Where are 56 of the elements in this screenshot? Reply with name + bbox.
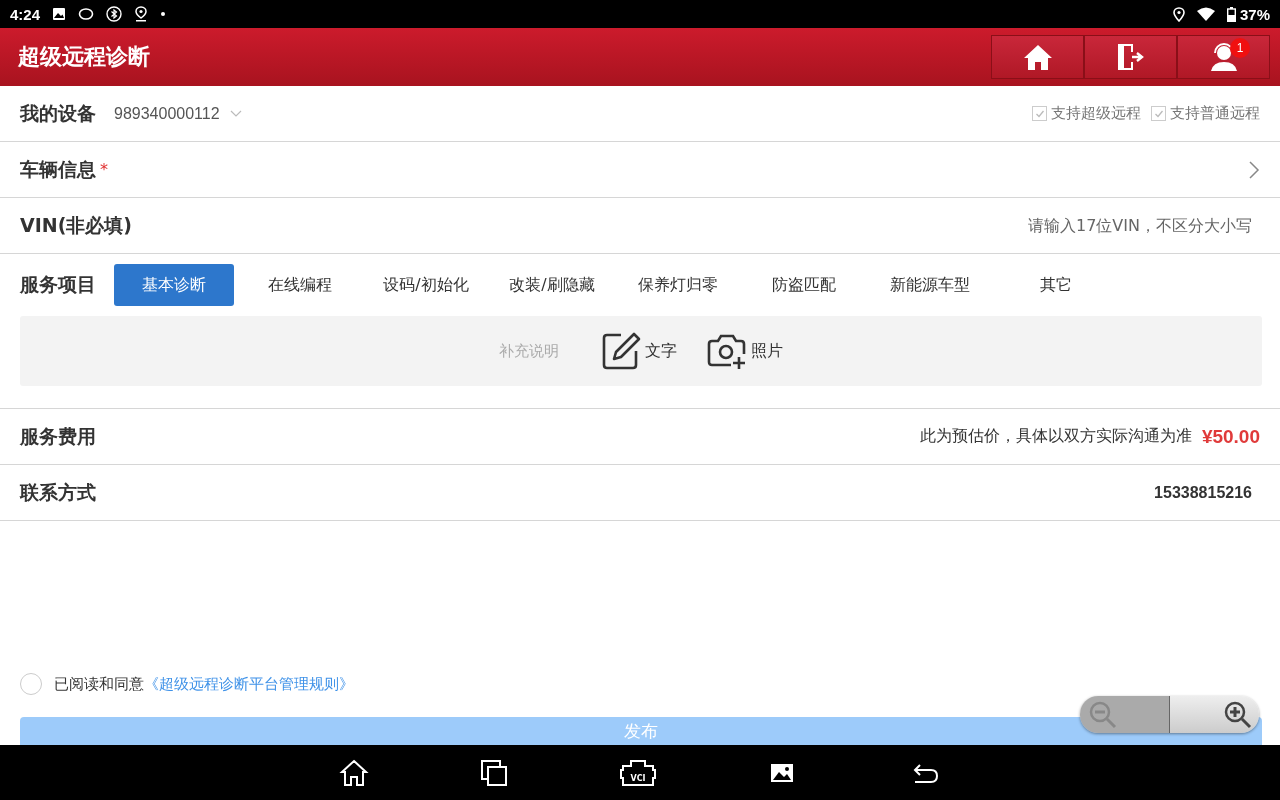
status-time: 4:24 xyxy=(10,5,41,23)
service-tab[interactable]: 防盗匹配 xyxy=(744,264,864,306)
home-button[interactable] xyxy=(991,35,1084,79)
checkbox[interactable] xyxy=(1151,106,1166,121)
chevron-right-icon[interactable] xyxy=(1248,159,1260,180)
field-label: 我的设备 xyxy=(20,100,96,126)
chevron-down-icon xyxy=(229,109,242,118)
app-title: 超级远程诊断 xyxy=(18,43,151,71)
service-tab[interactable]: 改装/刷隐藏 xyxy=(492,264,612,306)
battery-icon xyxy=(1226,6,1236,22)
price: ¥50.00 xyxy=(1201,425,1260,448)
device-dropdown[interactable]: 989340000112 xyxy=(114,104,242,123)
exit-button[interactable] xyxy=(1084,35,1177,79)
service-tab[interactable]: 设码/初始化 xyxy=(366,264,486,306)
text-button[interactable]: 文字 xyxy=(601,331,677,371)
home-icon xyxy=(1022,43,1053,71)
recent-apps-icon[interactable] xyxy=(479,757,509,788)
note-input-field[interactable]: 补充说明 xyxy=(499,342,571,360)
chat-icon xyxy=(78,7,95,21)
fee-note: 此为预估价，具体以双方实际沟通为准 xyxy=(919,426,1192,447)
agreement-text: 已阅读和同意 xyxy=(54,674,144,694)
camera-add-icon xyxy=(707,332,747,370)
checkmark-icon xyxy=(1034,108,1045,119)
field-label: 车辆信息 xyxy=(20,156,96,182)
checkbox-option[interactable]: 支持普通远程 xyxy=(1151,104,1260,123)
field-label: 服务项目 xyxy=(20,272,96,297)
vci-icon[interactable]: VCI xyxy=(619,757,657,788)
field-label: 联系方式 xyxy=(20,479,96,505)
service-tab[interactable]: 在线编程 xyxy=(240,264,360,306)
location-icon xyxy=(1172,6,1185,22)
checkbox[interactable] xyxy=(1032,106,1047,121)
battery-level: 37% xyxy=(1239,5,1270,23)
zoom-in-icon xyxy=(1223,699,1253,730)
phone-number: 15338815216 xyxy=(1154,483,1252,502)
notification-badge: 1 xyxy=(1230,38,1250,58)
field-label: 服务费用 xyxy=(20,423,96,449)
support-button[interactable]: 1 xyxy=(1177,35,1270,79)
location-icon xyxy=(134,6,149,22)
service-tab[interactable]: 基本诊断 xyxy=(114,264,234,306)
checkbox-option[interactable]: 支持超级远程 xyxy=(1032,104,1141,123)
image-icon xyxy=(52,7,67,21)
zoom-out-icon xyxy=(1088,699,1118,730)
service-tab[interactable]: 保养灯归零 xyxy=(618,264,738,306)
bluetooth-icon xyxy=(106,6,123,22)
vci-label: VCI xyxy=(630,773,646,783)
service-tab[interactable]: 新能源车型 xyxy=(870,264,990,306)
wifi-icon xyxy=(1196,7,1215,21)
home-icon[interactable] xyxy=(339,757,369,788)
pencil-edit-icon xyxy=(601,331,641,371)
required-mark: * xyxy=(100,160,108,179)
field-label: VIN(非必填) xyxy=(20,212,133,238)
photo-button[interactable]: 照片 xyxy=(707,332,783,370)
checkmark-icon xyxy=(1153,108,1164,119)
zoom-in-button[interactable] xyxy=(1170,696,1259,733)
service-tab[interactable]: 其它 xyxy=(996,264,1116,306)
dot-icon xyxy=(160,11,167,17)
